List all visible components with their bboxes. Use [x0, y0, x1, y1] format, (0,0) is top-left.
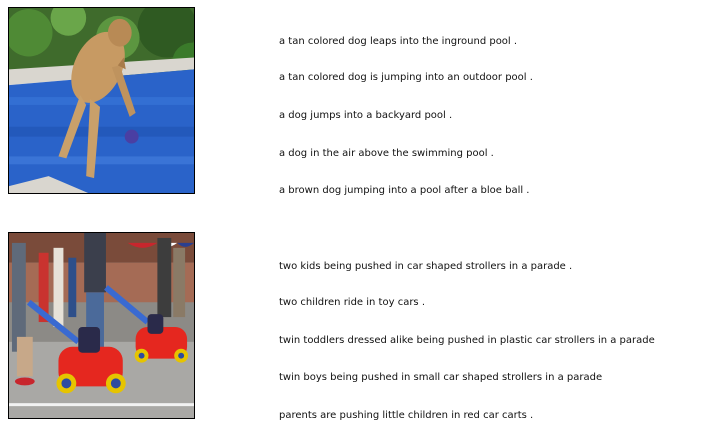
caption-line: twin toddlers dressed alike being pushed… — [279, 335, 655, 346]
caption-line: a tan colored dog is jumping into an out… — [279, 72, 533, 83]
caption-line: two children ride in toy cars . — [279, 297, 426, 308]
example-image-dog-pool — [8, 7, 195, 194]
caption-line: a dog in the air above the swimming pool… — [279, 148, 494, 159]
caption-line: parents are pushing little children in r… — [279, 410, 534, 421]
dog-pool-photo — [9, 8, 194, 193]
caption-line: a tan colored dog leaps into the ingroun… — [279, 36, 518, 47]
caption-line: a dog jumps into a backyard pool . — [279, 110, 453, 121]
example-image-parade — [8, 232, 195, 419]
parade-photo — [9, 233, 194, 418]
caption-line: two kids being pushed in car shaped stro… — [279, 261, 573, 272]
caption-line: a brown dog jumping into a pool after a … — [279, 185, 530, 196]
caption-line: twin boys being pushed in small car shap… — [279, 372, 603, 383]
